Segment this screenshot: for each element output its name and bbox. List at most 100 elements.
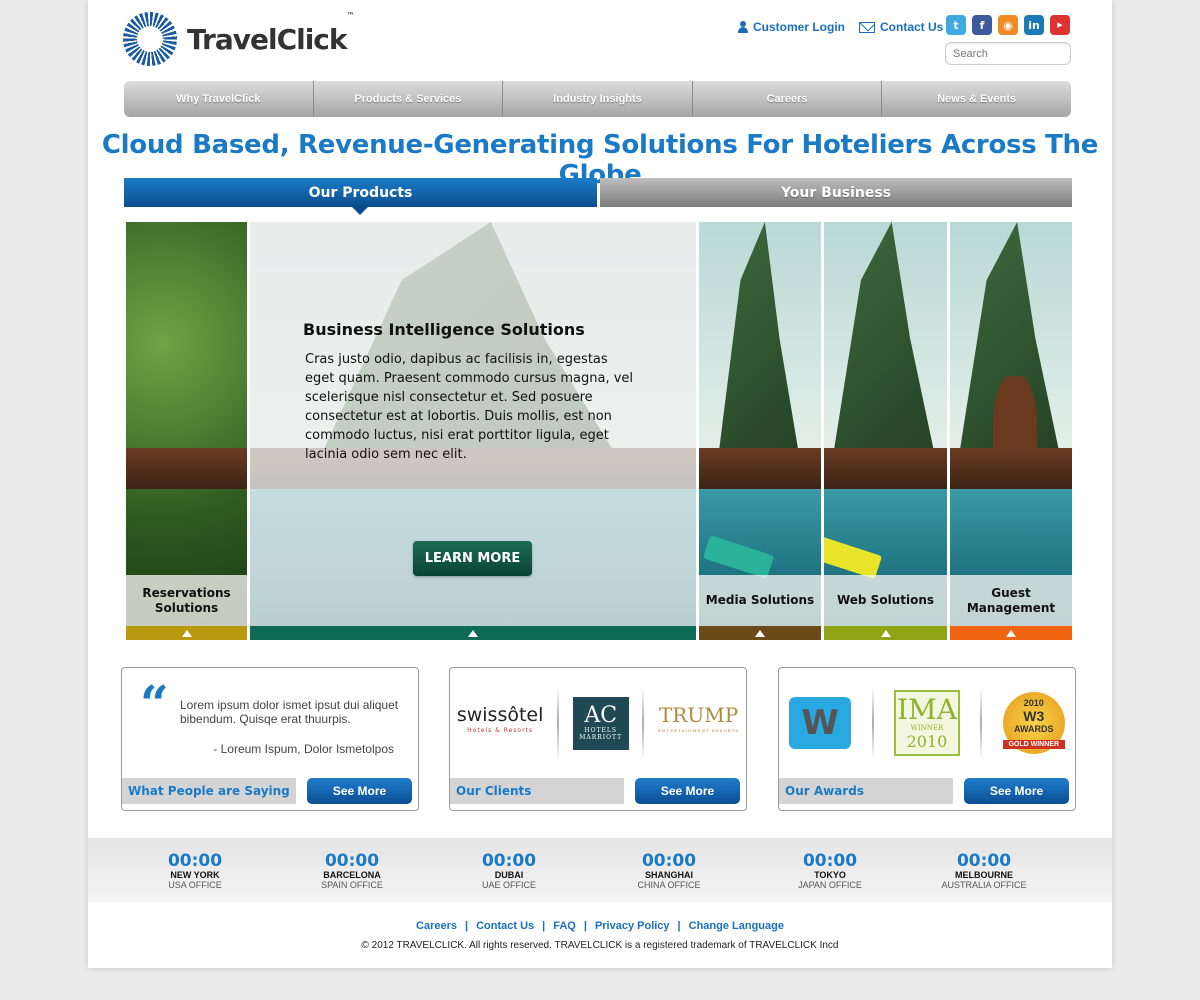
- box-title: What People are Saying: [122, 778, 296, 804]
- customer-login-link[interactable]: Customer Login: [738, 20, 845, 34]
- panel-web[interactable]: Web Solutions: [824, 222, 947, 640]
- clock-shanghai: 00:00 SHANGHAI CHINA OFFICE: [609, 852, 729, 891]
- clock-new-york: 00:00 NEW YORK USA OFFICE: [135, 852, 255, 891]
- logo-text: TravelClick™: [187, 10, 355, 56]
- contact-us-label: Contact Us: [880, 20, 944, 34]
- clock-time: 00:00: [481, 851, 537, 871]
- panel-photo: [126, 222, 247, 626]
- separator: |: [465, 920, 469, 932]
- ima-award-logo: IMA WINNER 2010: [893, 690, 960, 756]
- product-slider: Reservations Solutions Business Intellig…: [126, 222, 1072, 640]
- webaward-logo: W: [789, 697, 852, 749]
- youtube-icon[interactable]: ▶: [1050, 15, 1070, 35]
- clock-city: MELBOURNE: [955, 870, 1013, 880]
- testimonial-author: - Loreum Ispum, Dolor Ismetolpos: [213, 742, 394, 756]
- facebook-icon[interactable]: f: [972, 15, 992, 35]
- search-input[interactable]: [945, 42, 1071, 65]
- clock-office: UAE OFFICE: [481, 880, 536, 890]
- clock-barcelona: 00:00 BARCELONA SPAIN OFFICE: [292, 852, 412, 891]
- up-arrow-icon: [880, 629, 891, 637]
- tab-our-products[interactable]: Our Products: [124, 178, 597, 215]
- up-arrow-icon: [755, 629, 765, 637]
- page-container: TravelClick™ Customer Login Contact Us t…: [88, 0, 1112, 968]
- up-arrow-icon: [1006, 629, 1016, 637]
- clock-melbourne: 00:00 MELBOURNE AUSTRALIA OFFICE: [924, 852, 1044, 891]
- clients-box: swissôtel Hotels & Resorts AC HOTELS MARRIO…: [449, 667, 747, 811]
- footer-careers-link[interactable]: Careers: [416, 920, 457, 932]
- testimonial-text: Lorem ipsum dolor ismet ipsut dui alique…: [180, 698, 399, 726]
- clock-time: 00:00: [167, 851, 223, 871]
- clock-dubai: 00:00 DUBAI UAE OFFICE: [449, 852, 569, 891]
- nav-industry-insights[interactable]: Industry Insights: [503, 81, 693, 117]
- up-arrow-icon: [181, 629, 192, 637]
- footer-faq-link[interactable]: FAQ: [553, 920, 576, 932]
- see-more-awards-button[interactable]: See More: [964, 778, 1069, 804]
- panel-reservations[interactable]: Reservations Solutions: [126, 222, 247, 640]
- clock-office: AUSTRALIA OFFICE: [941, 880, 1027, 890]
- clock-office: JAPAN OFFICE: [798, 880, 862, 890]
- see-more-testimonials-button[interactable]: See More: [307, 778, 412, 804]
- clock-time: 00:00: [956, 851, 1012, 871]
- clock-tokyo: 00:00 TOKYO JAPAN OFFICE: [770, 852, 890, 891]
- social-icons: t f ◉ in ▶: [946, 15, 1076, 35]
- w3-award-logo: 2010 W3 AWARDS GOLD WINNER: [1002, 692, 1065, 754]
- logo-icon: [123, 12, 177, 66]
- client-logos: swissôtel Hotels & Resorts AC HOTELS MARRIO…: [450, 686, 746, 760]
- clock-office: SPAIN OFFICE: [321, 880, 383, 890]
- clock-office: USA OFFICE: [168, 880, 222, 890]
- panel-guest-management[interactable]: Guest Management: [950, 222, 1072, 640]
- divider: [980, 686, 983, 760]
- panel-business-intelligence[interactable]: Business Intelligence Solutions Cras jus…: [250, 222, 696, 640]
- clock-city: NEW YORK: [170, 870, 220, 880]
- panel-bar: [699, 626, 821, 640]
- panel-label: Media Solutions: [699, 575, 821, 626]
- twitter-icon[interactable]: t: [946, 15, 966, 35]
- ac-hotels-logo: AC HOTELS MARRIOTT: [572, 696, 629, 750]
- contact-us-link[interactable]: Contact Us: [859, 20, 943, 34]
- divider: [871, 686, 874, 760]
- clock-office: CHINA OFFICE: [637, 880, 701, 890]
- nav-news-events[interactable]: News & Events: [882, 81, 1071, 117]
- feature-title: Business Intelligence Solutions: [303, 320, 585, 339]
- panel-media[interactable]: Media Solutions: [699, 222, 821, 640]
- panel-bar: [126, 626, 247, 640]
- footer-links: Careers | Contact Us | FAQ | Privacy Policy | Ch…: [88, 920, 1112, 932]
- linkedin-icon[interactable]: in: [1024, 15, 1044, 35]
- nav-products-services[interactable]: Products & Services: [314, 81, 504, 117]
- clock-city: BARCELONA: [323, 870, 381, 880]
- award-logos: W IMA WINNER 2010 2010 W3 AWARDS GOLD WINNER: [779, 686, 1075, 760]
- panel-bar: [250, 626, 696, 640]
- envelope-icon: [859, 21, 875, 33]
- nav-careers[interactable]: Careers: [693, 81, 883, 117]
- up-arrow-icon: [468, 629, 478, 637]
- travelclick-logo[interactable]: TravelClick™: [123, 10, 355, 66]
- world-clocks: 00:00 NEW YORK USA OFFICE 00:00 BARCELON…: [88, 838, 1112, 902]
- clock-time: 00:00: [641, 851, 697, 871]
- rss-icon[interactable]: ◉: [998, 15, 1018, 35]
- separator: |: [542, 920, 546, 932]
- copyright: © 2012 TRAVELCLICK. All rights reserved.…: [361, 940, 839, 951]
- box-title: Our Awards: [779, 778, 953, 804]
- divider: [557, 686, 560, 760]
- learn-more-button[interactable]: LEARN MORE: [413, 541, 532, 576]
- user-icon: [738, 21, 748, 33]
- footer-contact-link[interactable]: Contact Us: [476, 920, 534, 932]
- clock-time: 00:00: [802, 851, 858, 871]
- panel-bar: [950, 626, 1072, 640]
- swissotel-logo: swissôtel Hotels & Resorts: [456, 704, 544, 735]
- see-more-clients-button[interactable]: See More: [635, 778, 740, 804]
- panel-label: Web Solutions: [824, 575, 947, 626]
- panel-bar: [824, 626, 947, 640]
- nav-why-travelclick[interactable]: Why TravelClick: [124, 81, 314, 117]
- awards-box: W IMA WINNER 2010 2010 W3 AWARDS GOLD WINNER …: [778, 667, 1076, 811]
- panel-label: Reservations Solutions: [126, 575, 247, 626]
- customer-login-label: Customer Login: [753, 20, 845, 34]
- box-title: Our Clients: [450, 778, 624, 804]
- tab-your-business[interactable]: Your Business: [600, 178, 1072, 207]
- footer-language-link[interactable]: Change Language: [689, 920, 784, 932]
- clock-city: SHANGHAI: [644, 870, 693, 880]
- footer-privacy-link[interactable]: Privacy Policy: [595, 920, 670, 932]
- clock-city: DUBAI: [494, 870, 524, 880]
- feature-body: Cras justo odio, dapibus ac facilisis in…: [305, 352, 634, 462]
- panel-photo: [824, 222, 947, 626]
